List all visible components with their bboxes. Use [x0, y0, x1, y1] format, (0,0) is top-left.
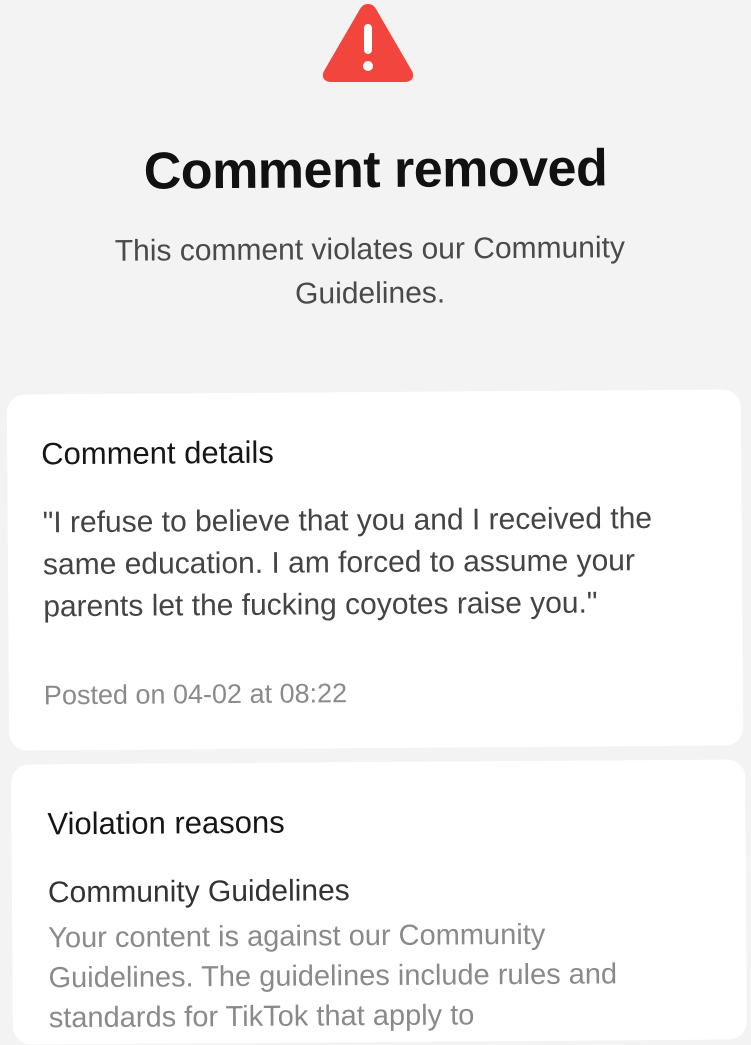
page-title: Comment removed [143, 139, 608, 201]
page-subtitle: This comment violates our Community Guid… [114, 231, 626, 311]
warning-triangle-icon [322, 4, 414, 82]
comment-details-heading: Comment details [41, 434, 274, 472]
violation-reason-title: Community Guidelines [47, 874, 350, 910]
violation-reasons-heading: Violation reasons [47, 804, 285, 842]
violation-reason-description: Your content is against our Community Gu… [48, 918, 618, 1035]
posted-timestamp: Posted on 04-02 at 08:22 [43, 678, 348, 711]
comment-text: "I refuse to believe that you and I rece… [42, 502, 653, 624]
comment-details-card: Comment details "I refuse to believe tha… [6, 389, 744, 751]
violation-reasons-card: Violation reasons Community Guidelines Y… [11, 759, 747, 1045]
